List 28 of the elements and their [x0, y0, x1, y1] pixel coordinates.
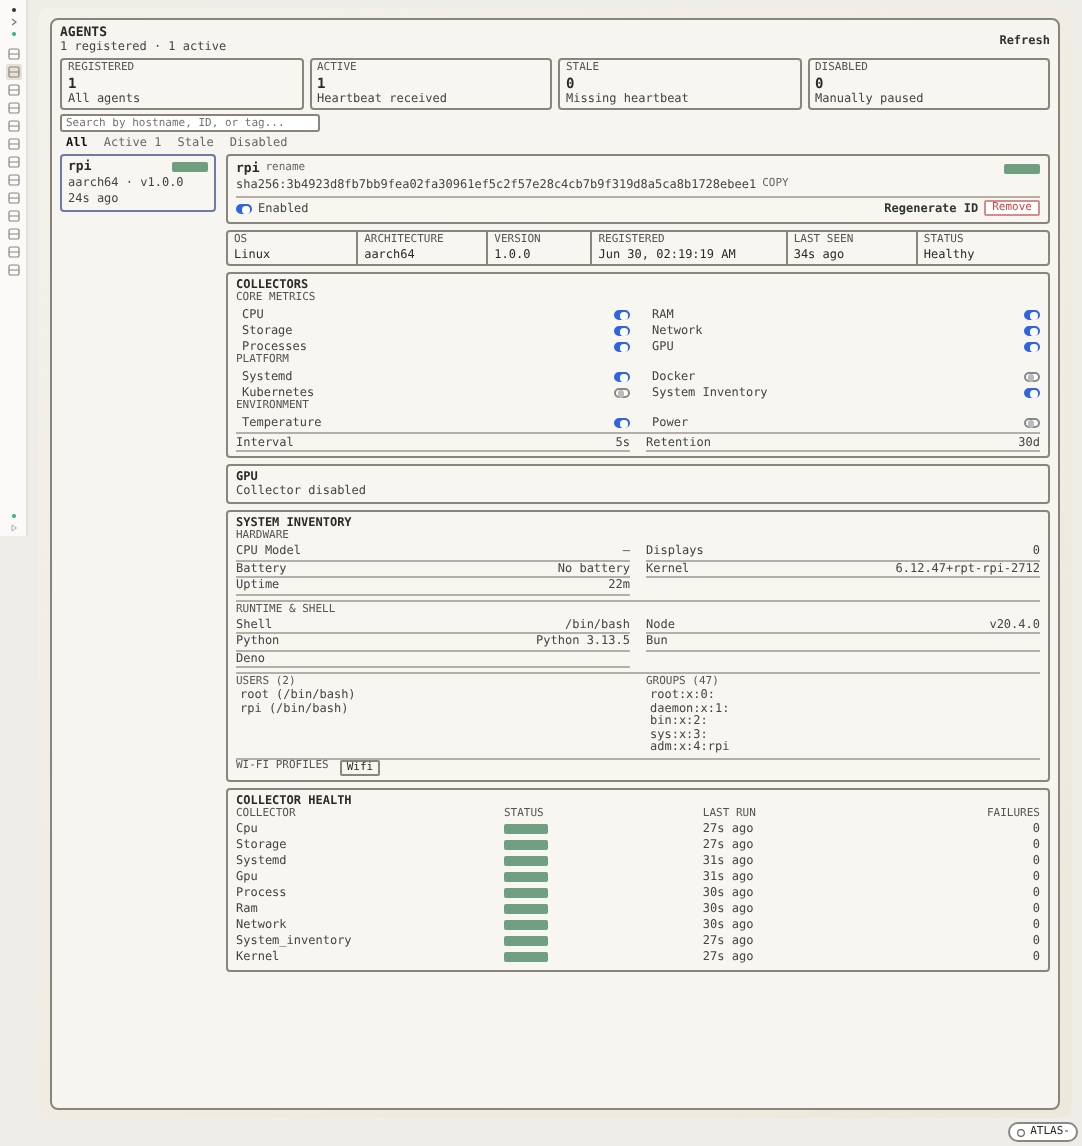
collector-toggle[interactable] — [614, 371, 630, 381]
enabled-toggle[interactable] — [236, 203, 252, 213]
nav-icon[interactable] — [5, 136, 21, 152]
nav-icon[interactable] — [5, 100, 21, 116]
nav-icon[interactable] — [5, 208, 21, 224]
play-icon[interactable] — [9, 524, 17, 532]
collector-toggle[interactable] — [614, 417, 630, 427]
nav-icon[interactable] — [5, 226, 21, 242]
chevron-icon[interactable] — [9, 18, 17, 26]
nav-icon[interactable] — [5, 190, 21, 206]
collector-toggle[interactable] — [614, 341, 630, 351]
nav-icon[interactable] — [5, 118, 21, 134]
nav-icon[interactable] — [5, 172, 21, 188]
collector-toggle[interactable] — [614, 325, 630, 335]
collector-toggle[interactable] — [614, 387, 630, 397]
nav-icon[interactable] — [5, 154, 21, 170]
nav-icon[interactable] — [5, 46, 21, 62]
collector-toggle[interactable] — [1024, 309, 1040, 319]
collector-toggle[interactable] — [1024, 341, 1040, 351]
collector-toggle[interactable] — [1024, 387, 1040, 397]
nav-icon[interactable] — [5, 82, 21, 98]
nav-icon[interactable] — [5, 262, 21, 278]
nav-icon[interactable] — [5, 244, 21, 260]
collector-toggle[interactable] — [1024, 417, 1040, 427]
collector-toggle[interactable] — [614, 309, 630, 319]
collector-toggle[interactable] — [1024, 371, 1040, 381]
collector-toggle[interactable] — [1024, 325, 1040, 335]
nav-icon[interactable] — [5, 64, 21, 80]
